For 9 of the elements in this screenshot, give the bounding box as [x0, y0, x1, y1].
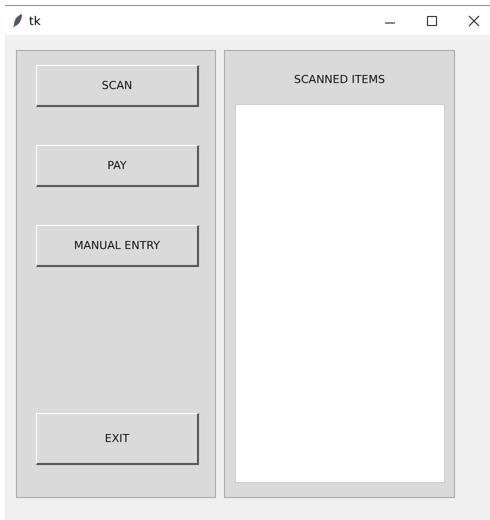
action-button[interactable]: PAY — [36, 145, 199, 187]
close-icon[interactable] — [468, 14, 480, 26]
window-title: tk — [29, 14, 41, 28]
action-button[interactable]: SCAN — [36, 65, 199, 107]
maximize-icon[interactable] — [426, 14, 438, 26]
action-button[interactable]: MANUAL ENTRY — [36, 225, 199, 267]
action-button[interactable]: EXIT — [36, 413, 199, 465]
feather-icon — [13, 14, 23, 28]
panel-title: SCANNED ITEMS — [294, 73, 385, 86]
